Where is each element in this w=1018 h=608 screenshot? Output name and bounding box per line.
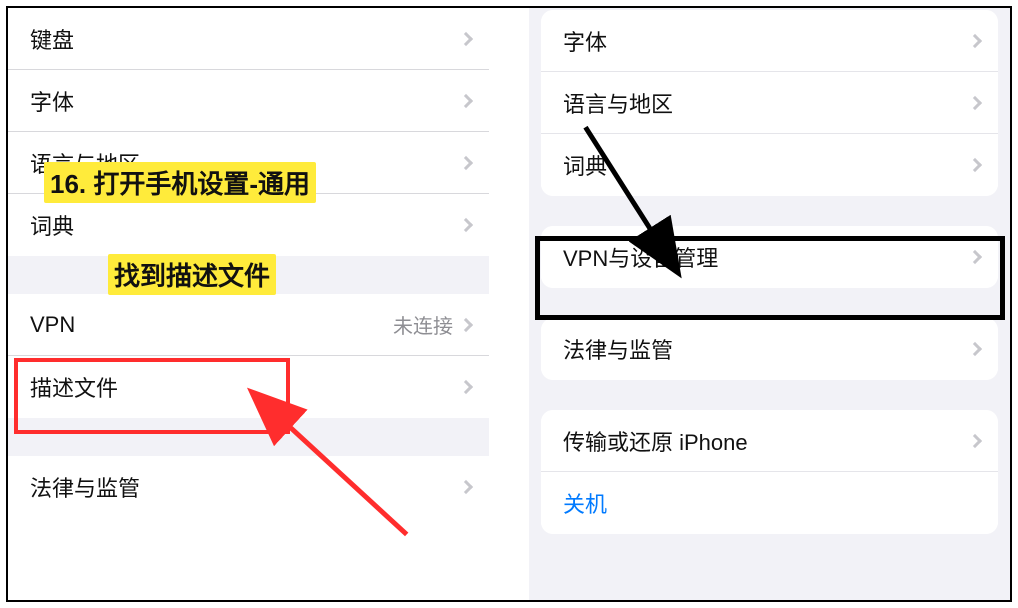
row-legal[interactable]: 法律与监管	[8, 456, 489, 518]
chevron-right-icon	[459, 380, 473, 394]
row-label: 描述文件	[30, 371, 461, 403]
annotation-text-1: 16. 打开手机设置-通用	[44, 162, 316, 203]
row-dictionary[interactable]: 词典	[541, 134, 998, 196]
row-label: VPN	[30, 312, 393, 338]
chevron-right-icon	[459, 317, 473, 331]
section-separator	[8, 418, 489, 456]
row-label: 传输或还原 iPhone	[563, 425, 970, 457]
chevron-right-icon	[459, 31, 473, 45]
chevron-right-icon	[968, 95, 982, 109]
row-vpn-device-management[interactable]: VPN与设备管理	[541, 226, 998, 288]
chevron-right-icon	[459, 155, 473, 169]
row-shutdown[interactable]: 关机	[541, 472, 998, 534]
row-keyboard[interactable]: 键盘	[8, 8, 489, 70]
row-label: 词典	[30, 209, 461, 241]
row-transfer-reset[interactable]: 传输或还原 iPhone	[541, 410, 998, 472]
row-label: 语言与地区	[563, 87, 970, 119]
row-fonts[interactable]: 字体	[541, 10, 998, 72]
row-label: 关机	[563, 487, 980, 519]
left-settings-panel: 键盘 字体 语言与地区 词典 VPN	[8, 8, 489, 600]
row-label: 字体	[563, 25, 970, 57]
row-label: 法律与监管	[30, 471, 461, 503]
row-label: VPN与设备管理	[563, 241, 970, 273]
row-label: 法律与监管	[563, 333, 970, 365]
chevron-right-icon	[968, 158, 982, 172]
row-language-region[interactable]: 语言与地区	[541, 72, 998, 134]
chevron-right-icon	[968, 250, 982, 264]
chevron-right-icon	[968, 342, 982, 356]
row-label: 词典	[563, 149, 970, 181]
chevron-right-icon	[968, 33, 982, 47]
chevron-right-icon	[459, 93, 473, 107]
row-detail: 未连接	[393, 310, 453, 339]
annotation-text-2: 找到描述文件	[108, 254, 276, 295]
row-label: 字体	[30, 85, 461, 117]
row-dictionary[interactable]: 词典	[8, 194, 489, 256]
row-profile[interactable]: 描述文件	[8, 356, 489, 418]
chevron-right-icon	[459, 218, 473, 232]
row-legal[interactable]: 法律与监管	[541, 318, 998, 380]
chevron-right-icon	[968, 433, 982, 447]
row-fonts[interactable]: 字体	[8, 70, 489, 132]
row-label: 键盘	[30, 23, 461, 55]
chevron-right-icon	[459, 480, 473, 494]
right-settings-panel: 字体 语言与地区 词典 VPN与设备管理	[529, 8, 1010, 600]
row-vpn[interactable]: VPN 未连接	[8, 294, 489, 356]
